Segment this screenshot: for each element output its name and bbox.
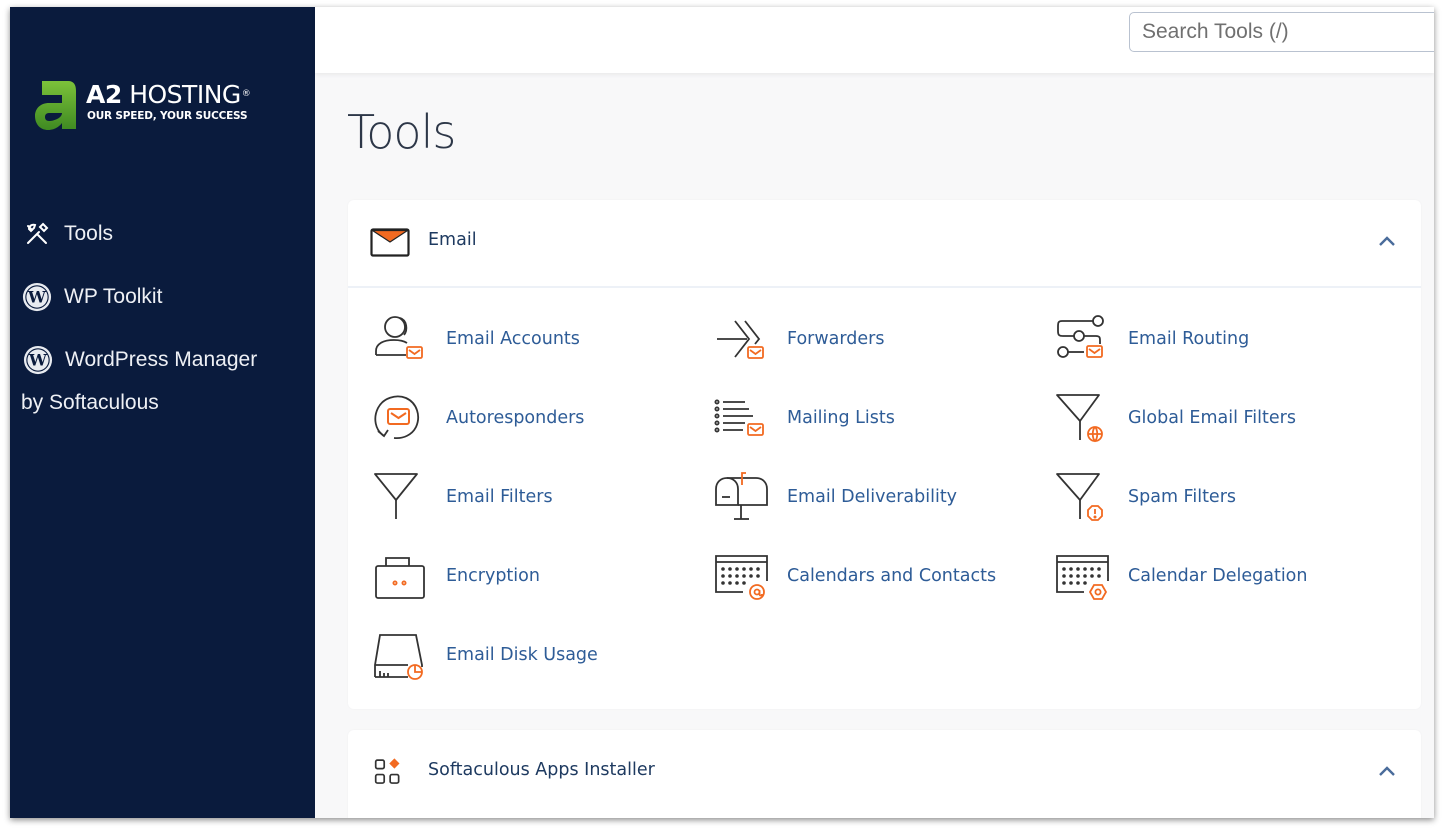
tool-email-disk-usage[interactable]: Email Disk Usage [370,627,598,683]
forwarders-icon [711,311,769,367]
tool-email-accounts[interactable]: Email Accounts [370,311,580,367]
search-input[interactable] [1129,12,1434,52]
page-title: Tools [347,105,456,159]
encryption-icon [370,548,428,604]
a2-logo-icon [35,81,76,130]
tool-label: Calendars and Contacts [787,566,997,586]
sidebar: A2 HOSTING® OUR SPEED, YOUR SUCCESS Tool… [10,7,315,818]
section-softaculous: Softaculous Apps Installer [348,730,1421,818]
tool-calendar-delegation[interactable]: Calendar Delegation [1052,548,1307,604]
tool-calendars-contacts[interactable]: Calendars and Contacts [711,548,996,604]
autoresponders-icon [370,390,428,446]
tool-spam-filters[interactable]: Spam Filters [1052,469,1236,525]
envelope-icon [370,228,410,257]
brand-name-rest: HOSTING [129,80,241,109]
mailbox-icon [711,469,769,525]
section-title: Email [428,230,477,250]
brand-name-bold: A2 [86,80,122,109]
global-email-filters-icon [1052,390,1110,446]
app-window: A2 HOSTING® OUR SPEED, YOUR SUCCESS Tool… [10,7,1434,818]
tool-global-email-filters[interactable]: Global Email Filters [1052,390,1296,446]
tool-email-deliverability[interactable]: Email Deliverability [711,469,957,525]
tool-label: Spam Filters [1128,487,1237,507]
tool-mailing-lists[interactable]: Mailing Lists [711,390,895,446]
sidebar-item-sublabel[interactable]: by Softaculous [21,391,159,415]
sidebar-item-wp-toolkit[interactable]: W WP Toolkit [22,282,162,312]
tool-label: Encryption [446,566,540,586]
svg-text:W: W [28,351,48,370]
svg-text:W: W [27,288,47,307]
wordpress-icon: W [23,345,53,375]
sidebar-item-label: WP Toolkit [64,285,163,308]
sidebar-item-tools[interactable]: Tools [22,219,113,249]
tool-label: Email Disk Usage [446,645,598,665]
chevron-up-icon[interactable] [1377,764,1397,778]
top-bar [315,7,1434,73]
tool-label: Email Routing [1128,329,1250,349]
section-title: Softaculous Apps Installer [428,760,655,780]
tool-label: Email Filters [446,487,553,507]
spam-filters-icon [1052,469,1110,525]
brand-logo[interactable]: A2 HOSTING® OUR SPEED, YOUR SUCCESS [32,77,292,137]
tool-label: Email Deliverability [787,487,958,507]
brand-tagline: OUR SPEED, YOUR SUCCESS [87,110,248,122]
tool-label: Calendar Delegation [1128,566,1308,586]
brand-name: A2 HOSTING® [86,80,251,109]
section-email: Email Email Accounts Forwarders Email Ro… [348,200,1421,709]
wordpress-icon: W [22,282,52,312]
section-header[interactable]: Email [348,200,1421,288]
tool-label: Autoresponders [446,408,585,428]
email-routing-icon [1052,311,1110,367]
tool-label: Forwarders [787,329,885,349]
email-accounts-icon [370,311,428,367]
tool-label: Global Email Filters [1128,408,1296,428]
sidebar-item-label: WordPress Manager [65,348,258,371]
apps-grid-icon [374,758,400,784]
tool-forwarders[interactable]: Forwarders [711,311,884,367]
calendar-delegation-icon [1052,548,1110,604]
tool-label: Mailing Lists [787,408,895,428]
chevron-up-icon[interactable] [1377,234,1397,248]
tools-icon [22,219,52,249]
sidebar-item-label: Tools [64,222,114,245]
email-filters-icon [370,469,428,525]
tool-label: Email Accounts [446,329,580,349]
mailing-lists-icon [711,390,769,446]
tool-email-routing[interactable]: Email Routing [1052,311,1249,367]
tool-encryption[interactable]: Encryption [370,548,540,604]
tool-autoresponders[interactable]: Autoresponders [370,390,584,446]
registered-mark: ® [241,89,251,99]
section-header[interactable]: Softaculous Apps Installer [348,730,1421,816]
calendar-contacts-icon [711,548,769,604]
sidebar-item-wordpress-manager[interactable]: W WordPress Manager [22,345,257,375]
disk-usage-icon [370,627,428,683]
tool-email-filters[interactable]: Email Filters [370,469,553,525]
